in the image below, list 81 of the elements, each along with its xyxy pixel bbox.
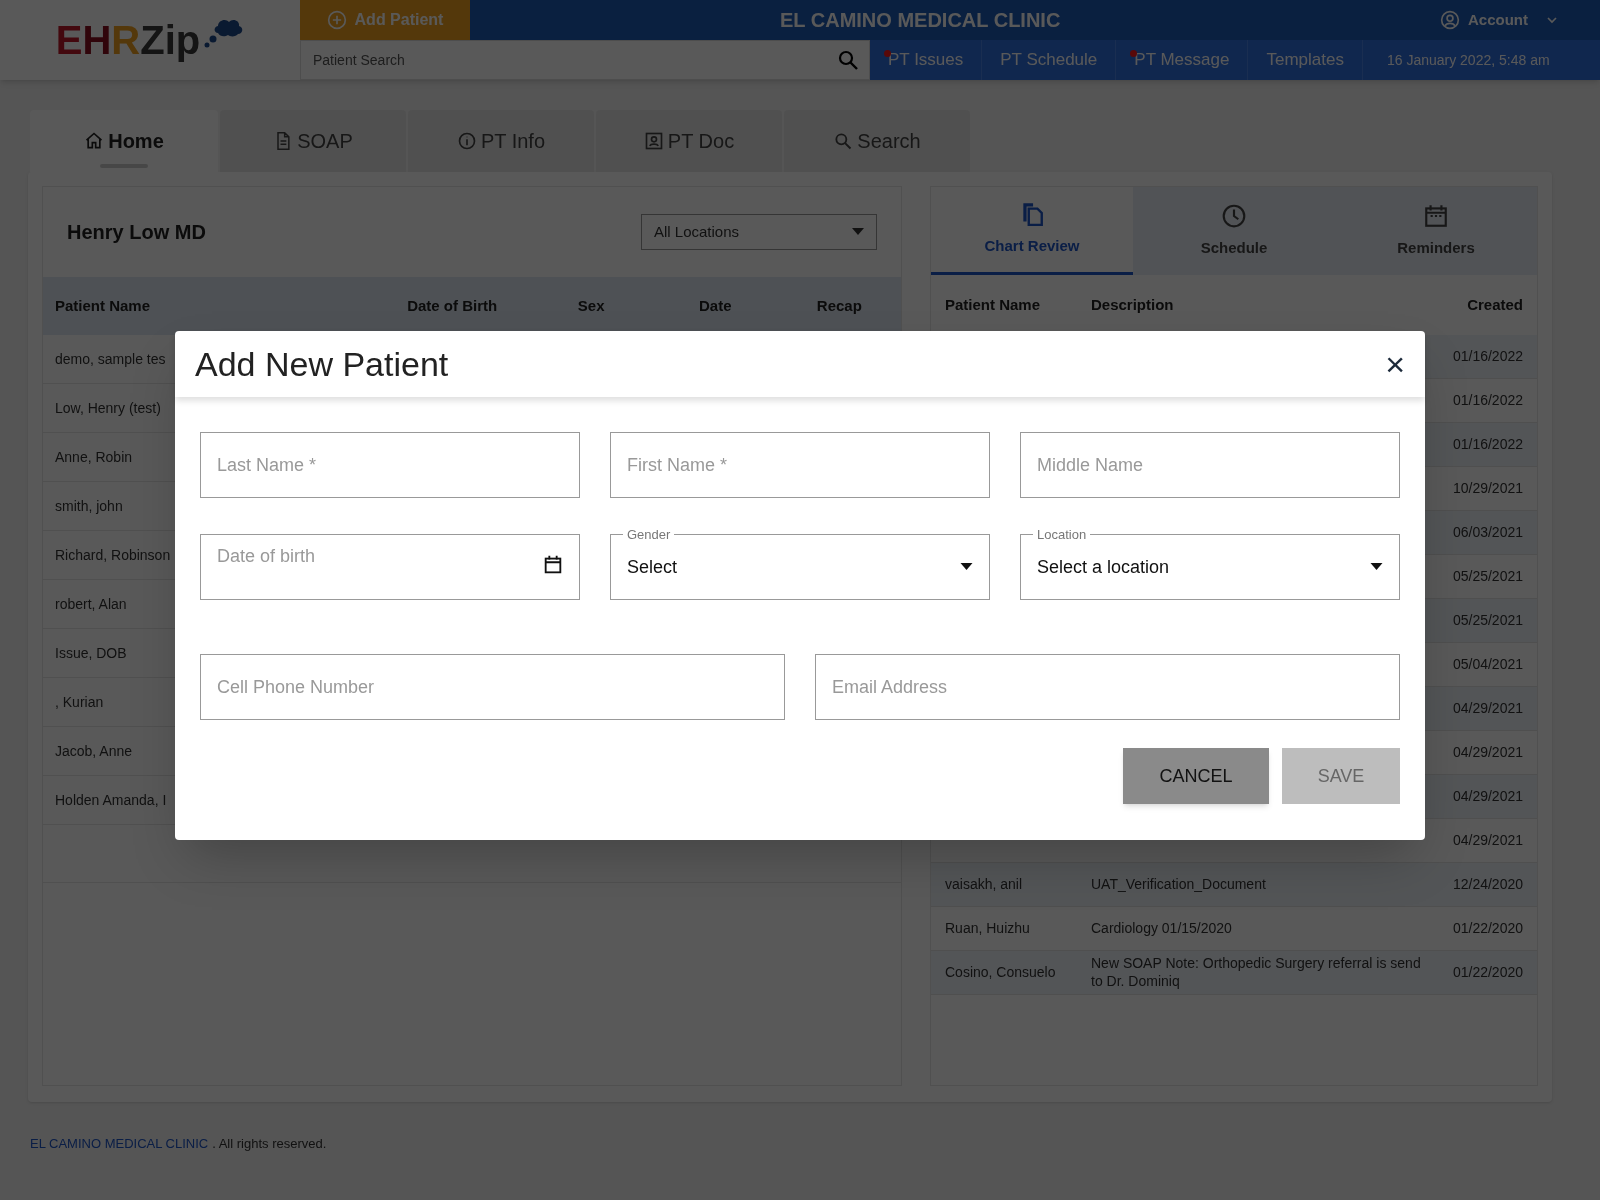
table-cell-text: UAT_Verification_Document — [1091, 875, 1267, 894]
table-cell-text: 01/22/2020 — [1451, 919, 1523, 938]
input-field[interactable]: Last Name * — [200, 432, 580, 498]
tab[interactable]: PT Doc — [596, 110, 782, 172]
panel-tab[interactable]: Schedule — [1133, 187, 1335, 275]
user-icon — [1440, 10, 1460, 30]
clock-icon — [1221, 202, 1247, 229]
column-header: Sex — [576, 295, 606, 316]
nav-link[interactable]: Templates — [1248, 40, 1363, 80]
table-cell-text: New SOAP Note: Orthopedic Surgery referral is send to Dr. Dominiq — [1091, 955, 1422, 990]
plus-circle-icon — [326, 10, 347, 30]
dialog-title: Add New Patient — [195, 343, 449, 385]
column-header: Patient Name — [945, 294, 1042, 315]
logo: EHRZip — [55, 20, 201, 60]
search-icon — [836, 48, 860, 72]
clinic-title: EL CAMINO MEDICAL CLINIC — [780, 8, 1061, 33]
tab[interactable]: Home — [30, 110, 218, 172]
table-cell-text: 01/16/2022 — [1451, 435, 1523, 454]
table-cell-text: 04/29/2021 — [1451, 743, 1523, 762]
info-icon — [456, 131, 477, 151]
table-cell-text: Issue, DOB — [55, 643, 127, 663]
table-cell-text: 05/25/2021 — [1451, 567, 1523, 586]
table-cell-text: 01/16/2022 — [1451, 391, 1523, 410]
panel-tab[interactable]: Reminders — [1335, 187, 1537, 275]
table-cell-text: Cosino, Consuelo — [945, 963, 1057, 982]
footer-link[interactable]: EL CAMINO MEDICAL CLINIC — [30, 1134, 209, 1154]
input-field[interactable]: First Name * — [610, 432, 990, 498]
account-menu[interactable]: Account — [1440, 8, 1560, 32]
column-header: Date of Birth — [406, 295, 499, 316]
nav-link[interactable]: PT Schedule — [982, 40, 1117, 80]
table-cell-text: Low, Henry (test) — [55, 398, 161, 418]
column-header: Date — [698, 295, 733, 316]
table-cell-text: 05/25/2021 — [1451, 611, 1523, 630]
tab[interactable]: PT Info — [408, 110, 594, 172]
table-cell-text: 01/22/2020 — [1451, 963, 1523, 982]
nav-link[interactable]: PT Message — [1116, 40, 1249, 80]
table-cell-text: 10/29/2021 — [1451, 479, 1523, 498]
column-header: Description — [1091, 294, 1175, 315]
table-cell-text: , Kurian — [55, 692, 104, 712]
table-cell-text: 04/29/2021 — [1451, 787, 1523, 806]
copyright-text: . All rights reserved. — [212, 1135, 327, 1153]
table-cell-text: Cardiology 01/15/2020 — [1091, 919, 1233, 938]
search-field[interactable]: Patient Search — [300, 40, 870, 80]
column-header: Patient Name — [55, 295, 152, 316]
input-field[interactable]: Cell Phone Number — [200, 654, 785, 720]
column-header: Created — [1466, 294, 1523, 315]
caret-down-icon — [1370, 563, 1383, 571]
tab[interactable]: SOAP — [220, 110, 406, 172]
tab[interactable]: Search — [784, 110, 970, 172]
doctor-name: Henry Low MD — [67, 220, 206, 245]
date-field[interactable]: Date of birth — [200, 534, 580, 600]
table-cell-text: 04/29/2021 — [1451, 699, 1523, 718]
table-cell-text: 05/04/2021 — [1451, 655, 1523, 674]
search-icon — [833, 131, 854, 151]
table-cell-text: Richard, Robinson — [55, 545, 171, 565]
table-cell-text: 04/29/2021 — [1451, 831, 1523, 850]
add-patient-button[interactable]: Add Patient — [300, 0, 470, 40]
table-cell-text: Anne, Robin — [55, 447, 133, 467]
date-time: 16 January 2022, 5:48 am — [1385, 50, 1551, 70]
table-cell-text: 06/03/2021 — [1451, 523, 1523, 542]
id-card-icon — [643, 131, 664, 151]
caret-down-icon — [960, 563, 973, 571]
close-button[interactable]: × — [1385, 347, 1405, 381]
calendar-icon — [1423, 202, 1449, 229]
table-cell-text: Ruan, Huizhu — [945, 919, 1031, 938]
caret-down-icon — [852, 228, 864, 236]
table-cell-text: 12/24/2020 — [1451, 875, 1523, 894]
input-field[interactable]: Middle Name — [1020, 432, 1400, 498]
cancel-button[interactable]: CANCEL — [1123, 748, 1269, 804]
input-field[interactable]: Email Address — [815, 654, 1400, 720]
calendar-icon — [542, 554, 564, 576]
table-cell-text: smith, john — [55, 496, 123, 516]
column-header: Recap — [815, 295, 863, 316]
table-cell-text: robert, Alan — [55, 594, 127, 614]
table-cell-text: vaisakh, anil — [945, 875, 1024, 894]
table-cell-text: 01/16/2022 — [1451, 347, 1523, 366]
table-cell-text: demo, sample tes — [55, 349, 166, 369]
table-cell-text: Holden Amanda, I — [55, 790, 167, 810]
table-cell-text: Jacob, Anne — [55, 741, 133, 761]
location-dropdown[interactable]: All Locations — [641, 214, 877, 250]
home-icon — [84, 131, 105, 151]
